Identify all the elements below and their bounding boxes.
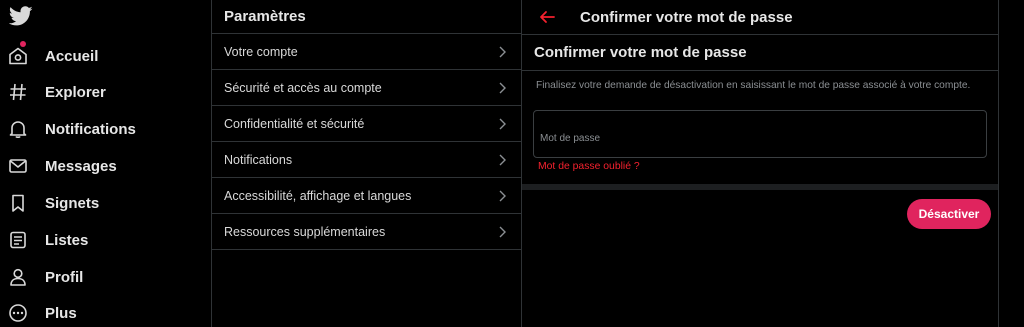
detail-header: Confirmer votre mot de passe — [522, 0, 998, 34]
nav-item-messages[interactable]: Messages — [0, 148, 211, 184]
nav-item-signets[interactable]: Signets — [0, 185, 211, 221]
nav-item-label: Listes — [45, 231, 89, 249]
settings-item-notifications[interactable]: Notifications — [212, 142, 521, 178]
left-nav: Accueil Explorer Notifications Messages … — [0, 0, 211, 327]
settings-item-label: Ressources supplémentaires — [224, 224, 386, 239]
settings-item-confidentialite[interactable]: Confidentialité et sécurité — [212, 106, 521, 142]
nav-item-plus[interactable]: Plus — [0, 295, 211, 327]
bell-icon — [9, 121, 27, 139]
more-icon — [9, 304, 27, 322]
settings-item-accessibilite[interactable]: Accessibilité, affichage et langues — [212, 178, 521, 214]
person-icon — [10, 268, 26, 286]
nav-item-explorer[interactable]: Explorer — [0, 74, 211, 110]
settings-title: Paramètres — [212, 0, 521, 34]
settings-item-securite[interactable]: Sécurité et accès au compte — [212, 70, 521, 106]
password-input[interactable] — [533, 110, 987, 158]
bookmark-icon — [12, 194, 24, 212]
settings-item-label: Confidentialité et sécurité — [224, 116, 365, 131]
settings-item-label: Sécurité et accès au compte — [224, 80, 382, 95]
confirm-password-panel: Confirmer votre mot de passe Confirmer v… — [522, 0, 999, 327]
back-arrow-icon[interactable] — [537, 7, 557, 27]
nav-item-label: Accueil — [45, 47, 99, 65]
chevron-right-icon — [499, 46, 506, 58]
chevron-right-icon — [499, 118, 506, 130]
settings-item-label: Accessibilité, affichage et langues — [224, 188, 412, 203]
deactivation-description: Finalisez votre demande de désactivation… — [536, 80, 971, 91]
chevron-right-icon — [499, 82, 506, 94]
detail-subtitle: Confirmer votre mot de passe — [522, 34, 998, 71]
chevron-right-icon — [499, 190, 506, 202]
settings-item-ressources[interactable]: Ressources supplémentaires — [212, 214, 521, 250]
nav-item-label: Notifications — [45, 120, 136, 138]
nav-item-notifications[interactable]: Notifications — [0, 111, 211, 147]
list-icon — [10, 231, 26, 249]
detail-header-title: Confirmer votre mot de passe — [580, 8, 793, 26]
nav-item-label: Plus — [45, 304, 77, 322]
nav-item-listes[interactable]: Listes — [0, 222, 211, 258]
settings-item-label: Votre compte — [224, 44, 298, 59]
settings-item-votre-compte[interactable]: Votre compte — [212, 34, 521, 70]
envelope-icon — [9, 159, 27, 173]
section-divider — [522, 184, 998, 190]
chevron-right-icon — [499, 154, 506, 166]
deactivate-button[interactable]: Désactiver — [907, 199, 991, 229]
home-icon — [9, 47, 27, 65]
settings-item-label: Notifications — [224, 152, 293, 167]
nav-item-label: Profil — [45, 268, 84, 286]
notification-dot — [20, 41, 26, 47]
hashtag-icon — [10, 83, 26, 101]
nav-item-profil[interactable]: Profil — [0, 259, 211, 295]
nav-item-label: Explorer — [45, 83, 106, 101]
settings-panel: Paramètres Votre compte Sécurité et accè… — [211, 0, 522, 327]
nav-item-label: Messages — [45, 157, 117, 175]
twitter-logo-icon[interactable] — [9, 4, 33, 28]
forgot-password-link[interactable]: Mot de passe oublié ? — [538, 161, 640, 172]
nav-item-label: Signets — [45, 194, 100, 212]
chevron-right-icon — [499, 226, 506, 238]
nav-item-accueil[interactable]: Accueil — [0, 38, 211, 74]
